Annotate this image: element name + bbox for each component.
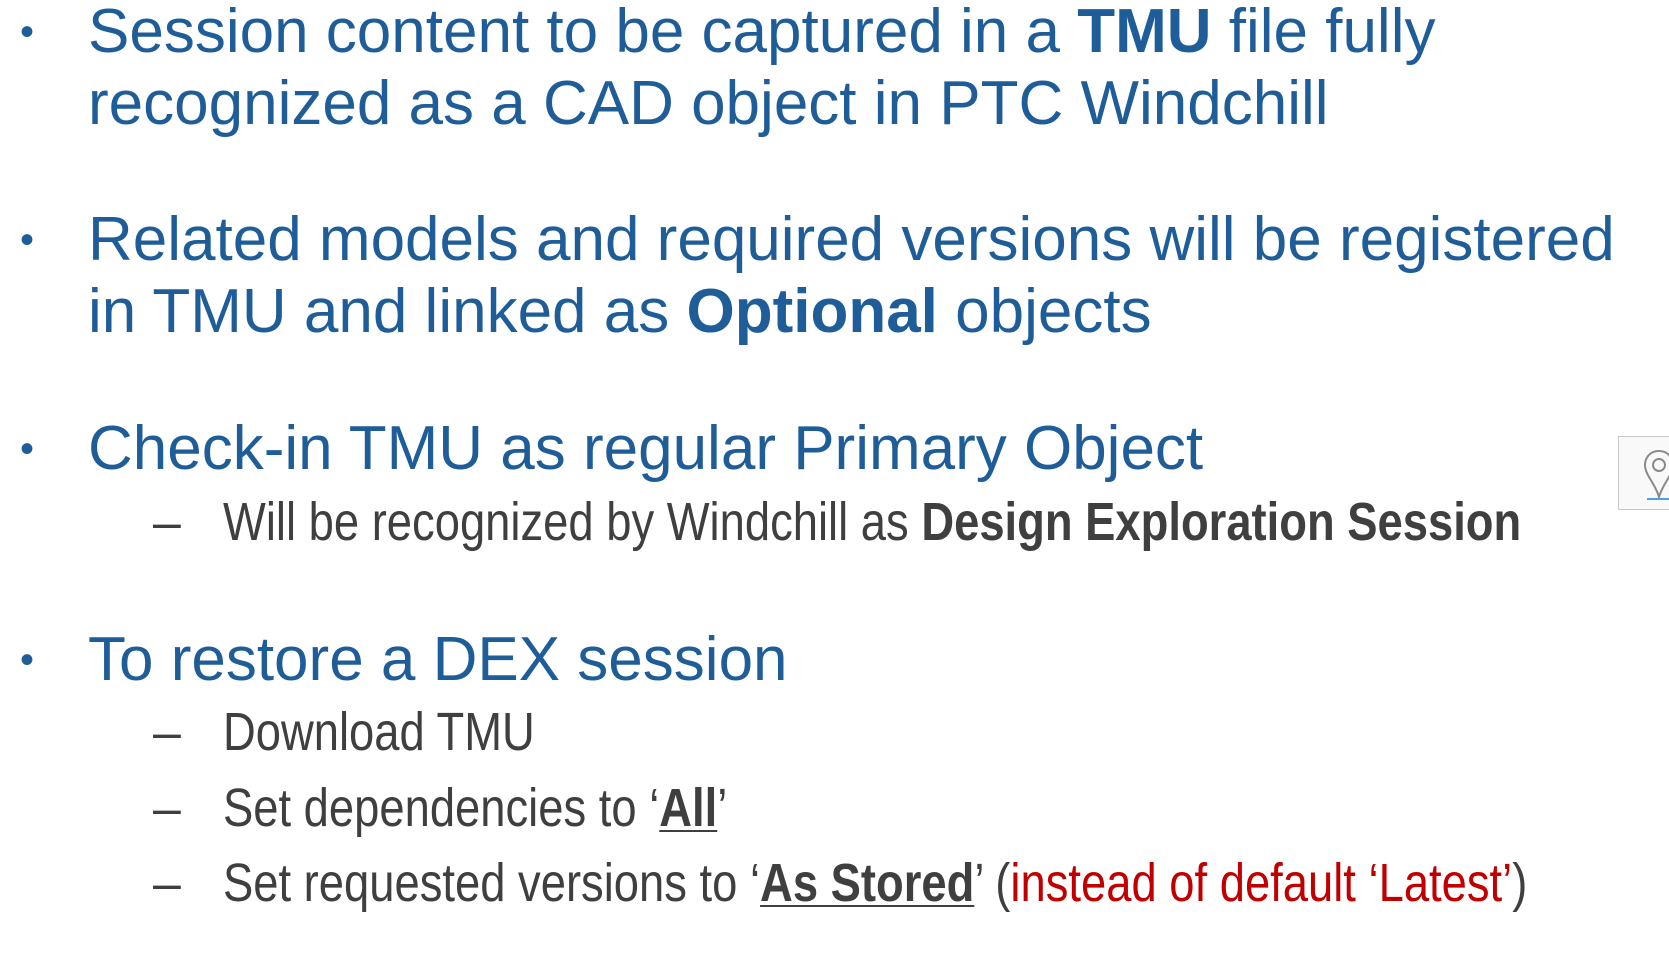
- text-run: Set dependencies to ‘: [223, 778, 660, 838]
- text-run: objects: [937, 277, 1152, 346]
- text-run: Optional: [686, 277, 938, 346]
- sub-bullet-marker: –: [153, 494, 181, 550]
- text-run: All: [659, 778, 718, 838]
- sub-bullet-text: Download TMU: [223, 694, 535, 770]
- text-run: Download TMU: [223, 702, 535, 762]
- bullet-line: recognized as a CAD object in PTC Windch…: [88, 66, 1329, 142]
- text-run: As Stored: [760, 853, 975, 913]
- sub-bullet-marker: –: [153, 704, 181, 760]
- text-run: To restore a DEX session: [88, 625, 788, 694]
- bullet-line: in TMU and linked as Optional objects: [88, 274, 1152, 350]
- text-run: Session content to be captured in a: [88, 0, 1078, 66]
- text-run: instead of default ‘Latest’: [1010, 853, 1513, 913]
- sub-bullet-text: Will be recognized by Windchill as Desig…: [223, 484, 1521, 560]
- side-thumbnail[interactable]: [1618, 436, 1669, 510]
- text-run: Check-in TMU as regular Primary Object: [88, 414, 1204, 483]
- bullet-marker: •: [20, 10, 35, 54]
- bullet-line: To restore a DEX session: [88, 622, 788, 698]
- bullet-line: Session content to be captured in a TMU …: [88, 0, 1435, 70]
- sub-bullet-text: Set requested versions to ‘As Stored’ (i…: [223, 845, 1527, 921]
- bullet-marker: •: [20, 218, 35, 262]
- text-run: recognized as a CAD object in PTC Windch…: [88, 69, 1329, 138]
- sub-bullet-marker: –: [153, 855, 181, 911]
- bullet-marker: •: [20, 638, 35, 682]
- text-run: TMU: [1077, 0, 1212, 66]
- sub-bullet-marker: –: [153, 780, 181, 836]
- text-run: Will be recognized by Windchill as: [223, 492, 922, 552]
- sub-bullet-text: Set dependencies to ‘All’: [223, 770, 727, 846]
- text-run: ’: [717, 778, 728, 838]
- map-pin-icon: [1643, 449, 1669, 501]
- text-run: Design Exploration Session: [921, 492, 1522, 552]
- text-run: in TMU and linked as: [88, 277, 687, 346]
- text-run: Related models and required versions wil…: [88, 205, 1615, 274]
- text-run: ): [1512, 853, 1528, 913]
- bullet-marker: •: [20, 427, 35, 471]
- text-run: ’ (: [974, 853, 1011, 913]
- text-run: Set requested versions to ‘: [223, 853, 761, 913]
- text-run: file fully: [1211, 0, 1436, 66]
- bullet-line: Related models and required versions wil…: [88, 202, 1615, 278]
- bullet-line: Check-in TMU as regular Primary Object: [88, 411, 1203, 487]
